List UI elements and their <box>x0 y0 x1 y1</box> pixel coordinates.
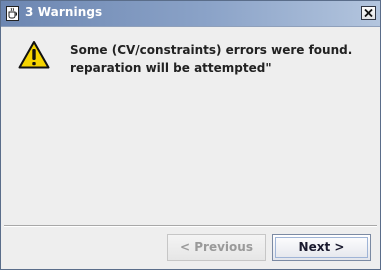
window-title: 3 Warnings <box>25 5 103 19</box>
previous-button[interactable]: < Previous <box>167 234 266 261</box>
close-button[interactable] <box>361 6 376 20</box>
message-line-1: Some (CV/constraints) errors were found. <box>70 43 353 57</box>
close-icon <box>364 9 373 17</box>
next-button[interactable]: Next > <box>272 234 371 261</box>
previous-button-label: < Previous <box>180 240 253 254</box>
warning-message: Some (CV/constraints) errors were found.… <box>70 41 370 77</box>
dialog-window: 3 Warnings Some (CV/constraints) errors … <box>0 0 381 270</box>
title-bar[interactable]: 3 Warnings <box>1 1 380 27</box>
message-line-2: reparation will be attempted" <box>70 61 272 75</box>
warning-icon <box>18 40 50 74</box>
next-button-label: Next > <box>298 240 345 254</box>
footer-separator <box>4 225 377 227</box>
java-cup-icon <box>6 6 19 21</box>
